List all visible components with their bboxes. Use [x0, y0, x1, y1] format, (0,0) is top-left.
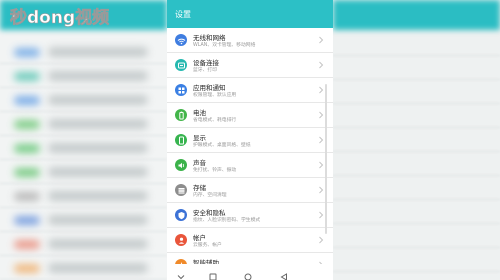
triangle-back-icon: [280, 273, 287, 280]
navigation-bar: [167, 264, 333, 280]
settings-item[interactable]: 无线和网络 WLAN、双卡管理、移动网络: [167, 28, 333, 53]
blurred-row: [0, 138, 167, 160]
chevron-right-icon: [319, 111, 324, 119]
settings-item-subtitle: 云服务、帐户: [193, 243, 222, 248]
chevron-right-icon: [319, 61, 324, 69]
chevron-right-icon: [319, 161, 324, 169]
chevron-right-icon: [319, 36, 324, 44]
watermark-logo: 秒dong视频: [8, 4, 118, 30]
settings-item-subtitle: 权限管理、默认应用: [193, 93, 237, 98]
blurred-divider: [333, 151, 500, 152]
settings-item[interactable]: 存储 内存、空间清理: [167, 178, 333, 203]
watermark-text: 秒dong视频: [10, 7, 109, 28]
settings-item-subtitle: 省电模式、耗电排行: [193, 118, 237, 123]
blurred-divider: [333, 55, 500, 56]
blurred-row: [0, 162, 167, 184]
blurred-row: [0, 234, 167, 256]
apps-icon: [175, 84, 187, 96]
chevron-down-icon: [177, 275, 185, 280]
blurred-row: [0, 186, 167, 208]
device-connection-icon: [175, 59, 187, 71]
blurred-row: [0, 66, 167, 88]
blurred-row: [0, 114, 167, 136]
settings-item[interactable]: 应用和通知 权限管理、默认应用: [167, 78, 333, 103]
left-blurred-panel: [0, 0, 167, 280]
blurred-row: [0, 258, 167, 280]
settings-item[interactable]: 安全和隐私 指纹、人脸识别密码、学生模式: [167, 203, 333, 228]
app-bar: 设置: [167, 0, 333, 28]
blurred-divider: [333, 271, 500, 272]
chevron-right-icon: [319, 236, 324, 244]
battery-icon: [175, 109, 187, 121]
settings-item-subtitle: 内存、空间清理: [193, 193, 227, 198]
circle-icon: [244, 273, 252, 280]
account-icon: [175, 234, 187, 246]
storage-icon: [175, 184, 187, 196]
display-icon: [175, 134, 187, 146]
right-blurred-panel: [333, 0, 500, 280]
blurred-row: [0, 210, 167, 232]
wifi-icon: [175, 34, 187, 46]
settings-item[interactable]: 电池 省电模式、耗电排行: [167, 103, 333, 128]
settings-item[interactable]: 声音 免打扰、铃声、振动: [167, 153, 333, 178]
nav-home-button[interactable]: [242, 267, 254, 280]
settings-item[interactable]: 显示 护眼模式、桌面风格、壁纸: [167, 128, 333, 153]
settings-item-subtitle: WLAN、双卡管理、移动网络: [193, 43, 256, 48]
chevron-right-icon: [319, 86, 324, 94]
blurred-divider: [333, 199, 500, 200]
settings-item[interactable]: 帐户 云服务、帐户: [167, 228, 333, 253]
nav-down-button[interactable]: [175, 267, 187, 280]
settings-item-subtitle: 指纹、人脸识别密码、学生模式: [193, 218, 261, 223]
blurred-divider: [333, 127, 500, 128]
blurred-divider: [333, 223, 500, 224]
chevron-right-icon: [319, 136, 324, 144]
blurred-divider: [333, 103, 500, 104]
settings-item-subtitle: 蓝牙、打印: [193, 68, 217, 73]
blurred-header: [333, 0, 500, 30]
phone-screen: 设置 无线和网络 WLAN、双卡管理、移动网络 设备连接 蓝牙、打印 应用和通知 权限管理…: [167, 0, 333, 280]
blurred-row: [0, 42, 167, 64]
blurred-row: [0, 90, 167, 112]
blurred-divider: [333, 79, 500, 80]
chevron-right-icon: [319, 186, 324, 194]
page-title: 设置: [175, 10, 191, 19]
blurred-divider: [333, 247, 500, 248]
chevron-right-icon: [319, 211, 324, 219]
settings-item-subtitle: 免打扰、铃声、振动: [193, 168, 237, 173]
blurred-divider: [333, 175, 500, 176]
security-icon: [175, 209, 187, 221]
scrollbar[interactable]: [325, 84, 327, 234]
settings-item-subtitle: 护眼模式、桌面风格、壁纸: [193, 143, 251, 148]
nav-recents-button[interactable]: [207, 267, 219, 280]
square-icon: [209, 273, 217, 280]
sound-icon: [175, 159, 187, 171]
settings-item[interactable]: 设备连接 蓝牙、打印: [167, 53, 333, 78]
nav-back-button[interactable]: [278, 267, 290, 280]
